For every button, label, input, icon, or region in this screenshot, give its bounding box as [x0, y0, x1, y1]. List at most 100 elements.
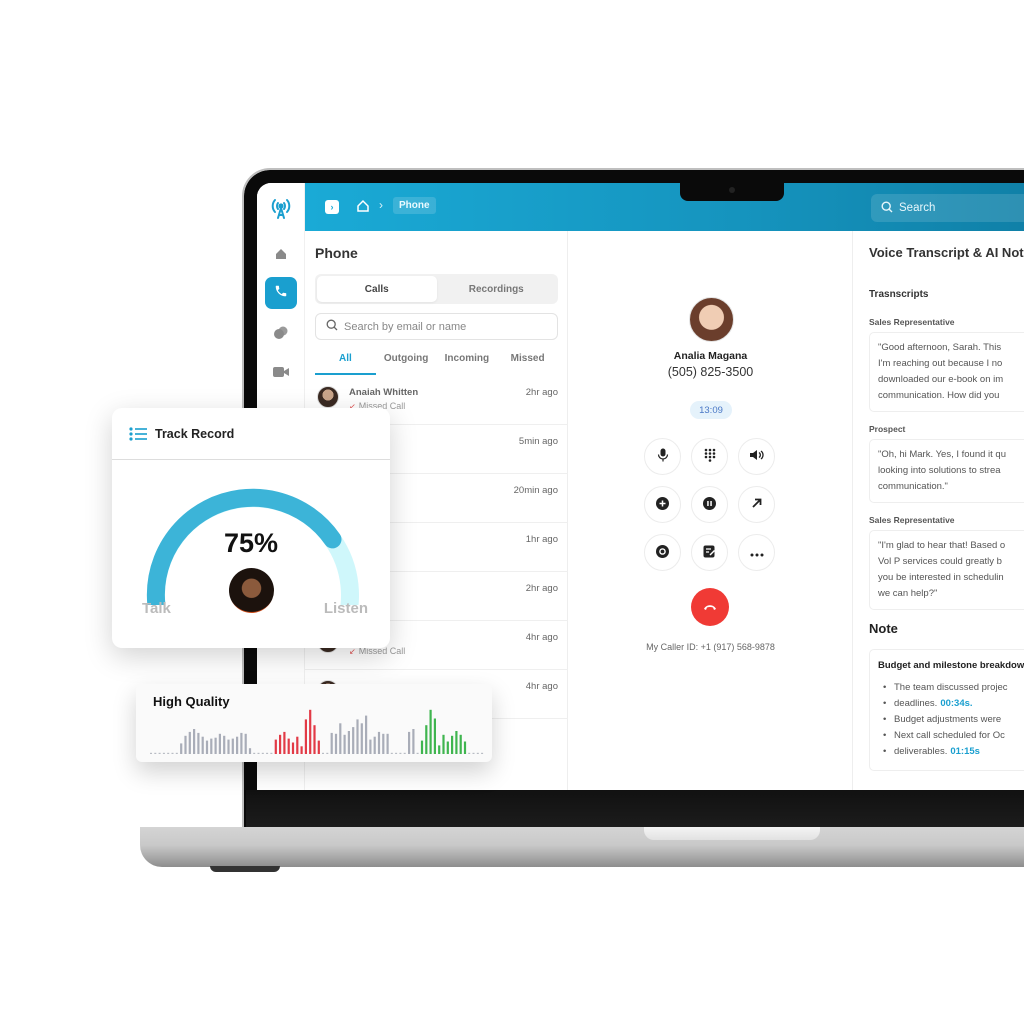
- more-options-button[interactable]: [738, 534, 775, 571]
- sidebar-item-home[interactable]: [265, 240, 297, 272]
- note-list: The team discussed projec deadlines.00:3…: [878, 680, 1024, 760]
- waveform-bar-good: [459, 734, 462, 754]
- filter-incoming[interactable]: Incoming: [437, 349, 498, 375]
- missed-call-icon: ↙: [349, 647, 356, 656]
- transcript-panel: Voice Transcript & AI Notes Trasnscripts…: [853, 231, 1024, 790]
- call-time: 20min ago: [513, 485, 558, 496]
- waveform-bar-neutral: [248, 748, 252, 754]
- waveform-bar-neutral: [223, 735, 226, 754]
- call-time: 1hr ago: [525, 534, 558, 545]
- global-search-input[interactable]: Search: [871, 194, 1024, 222]
- waveform-bar-bad: [274, 739, 277, 754]
- sidebar-toggle-button[interactable]: ›: [325, 200, 339, 214]
- add-call-button[interactable]: [644, 486, 681, 523]
- waveform-bar-neutral: [365, 715, 368, 754]
- pause-circle-icon: [703, 496, 716, 513]
- waveform-bar-neutral: [201, 736, 204, 754]
- list-icon: [129, 427, 147, 441]
- waveform-dot: [162, 752, 165, 754]
- notes-button[interactable]: [691, 534, 728, 571]
- note-item: The team discussed projec: [878, 680, 1024, 696]
- hang-up-icon: [703, 598, 717, 616]
- sidebar-item-chat[interactable]: [265, 319, 297, 351]
- waveform-bar-neutral: [214, 737, 217, 754]
- waveform-bar-neutral: [236, 736, 239, 754]
- track-record-card: Track Record 75% Talk Listen: [112, 408, 390, 648]
- waveform-bar-neutral: [240, 732, 243, 754]
- filter-all[interactable]: All: [315, 349, 376, 375]
- waveform-bar-bad: [296, 736, 299, 754]
- laptop-opening-notch: [644, 827, 820, 840]
- waveform-bar-neutral: [382, 733, 385, 754]
- note-item-continued: deadlines.00:34s.: [878, 696, 1024, 712]
- waveform-dot: [150, 752, 152, 754]
- search-icon: [326, 319, 338, 334]
- waveform-bar-good: [442, 734, 445, 754]
- waveform-bar-bad: [300, 746, 303, 754]
- filter-outgoing[interactable]: Outgoing: [376, 349, 437, 375]
- waveform-bar-good: [463, 741, 467, 754]
- waveform-bar-neutral: [412, 729, 415, 754]
- waveform-bar-good: [425, 725, 428, 754]
- home-icon: [274, 247, 288, 266]
- waveform-dot: [416, 752, 419, 754]
- waveform-dot: [390, 752, 393, 754]
- end-call-button[interactable]: [691, 588, 729, 626]
- call-time: 2hr ago: [525, 583, 558, 594]
- sidebar-item-phone[interactable]: [265, 277, 297, 309]
- more-horizontal-icon: [750, 545, 764, 560]
- waveform-dot: [403, 752, 406, 754]
- filter-missed[interactable]: Missed: [497, 349, 558, 375]
- waveform-bar-good: [438, 745, 441, 754]
- waveform-dot: [154, 752, 157, 754]
- sidebar-item-video[interactable]: [265, 358, 297, 390]
- waveform-bar-neutral: [386, 733, 389, 754]
- call-search-input[interactable]: Search by email or name: [315, 313, 558, 340]
- hold-button[interactable]: [691, 486, 728, 523]
- call-timer: 13:09: [690, 401, 732, 419]
- waveform-bar-neutral: [369, 739, 372, 754]
- timestamp-link[interactable]: 01:15s: [950, 746, 980, 757]
- waveform-bar-bad: [304, 719, 307, 754]
- note-item-continued: deliverables.01:15s: [878, 744, 1024, 760]
- transfer-button[interactable]: [738, 486, 775, 523]
- call-time: 2hr ago: [525, 387, 558, 398]
- waveform-bar-good: [433, 718, 436, 754]
- tab-recordings[interactable]: Recordings: [437, 276, 557, 302]
- waveform-dot: [395, 752, 398, 754]
- transcripts-heading: Trasnscripts: [869, 289, 929, 300]
- transcript-message: "Good afternoon, Sarah. This I'm reachin…: [869, 332, 1024, 412]
- call-time: 5min ago: [518, 436, 558, 447]
- home-breadcrumb-icon[interactable]: [355, 198, 371, 214]
- waveform-bar-neutral: [334, 733, 338, 754]
- waveform-bar-neutral: [244, 733, 247, 754]
- talk-label: Talk: [142, 600, 171, 617]
- plus-circle-icon: [656, 496, 669, 513]
- speaker-button[interactable]: [738, 438, 775, 475]
- breadcrumb-current[interactable]: Phone: [393, 197, 436, 214]
- caller-name: Anaiah Whitten: [349, 387, 419, 398]
- waveform-bar-neutral: [188, 731, 191, 754]
- audio-waveform: [150, 709, 484, 754]
- keypad-button[interactable]: [691, 438, 728, 475]
- laptop-base: [140, 827, 1024, 867]
- waveform-bar-bad: [287, 738, 290, 754]
- waveform-bar-neutral: [193, 729, 196, 754]
- waveform-bar-neutral: [180, 743, 183, 754]
- waveform-dot: [266, 752, 269, 754]
- waveform-bar-neutral: [408, 731, 411, 754]
- transcript-message: "I'm glad to hear that! Based o Vol P se…: [869, 530, 1024, 610]
- waveform-dot: [322, 752, 324, 754]
- agent-avatar: [229, 568, 274, 613]
- timestamp-link[interactable]: 00:34s.: [940, 698, 972, 709]
- speaker-role: Prospect: [869, 424, 906, 434]
- waveform-dot: [472, 752, 475, 754]
- waveform-bar-bad: [313, 725, 316, 754]
- call-quality-card: High Quality: [136, 684, 492, 762]
- mute-button[interactable]: [644, 438, 681, 475]
- waveform-bar-neutral: [210, 738, 213, 754]
- waveform-dot: [167, 752, 170, 754]
- record-button[interactable]: [644, 534, 681, 571]
- waveform-bar-bad: [283, 731, 286, 754]
- tab-calls[interactable]: Calls: [317, 276, 437, 302]
